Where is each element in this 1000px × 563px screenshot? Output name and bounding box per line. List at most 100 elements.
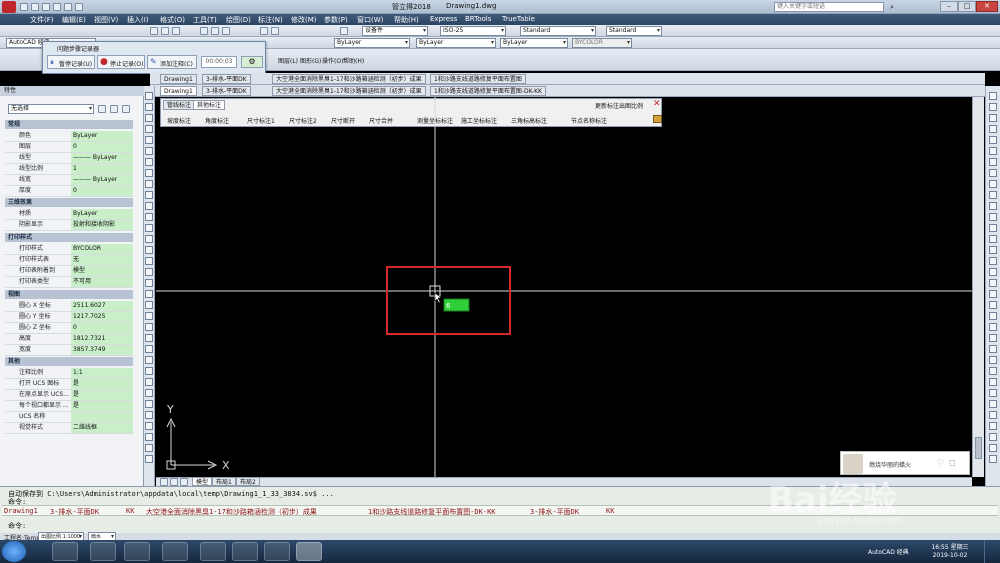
redo-icon[interactable] — [75, 3, 83, 11]
modify-tool-icon[interactable] — [989, 114, 997, 122]
modify-tool-icon[interactable] — [989, 367, 997, 375]
property-row[interactable]: 在原点显示 UCS... 是 — [5, 390, 133, 401]
modify-tool-icon[interactable] — [989, 125, 997, 133]
modify-tool-icon[interactable] — [989, 400, 997, 408]
property-value[interactable]: 二维线框 — [71, 423, 133, 433]
modify-tool-icon[interactable] — [989, 378, 997, 386]
modify-tool-icon[interactable] — [989, 235, 997, 243]
property-row[interactable]: 阴影显示 投射和接收阴影 — [5, 220, 133, 231]
clock-time[interactable]: 16:55 星期三 — [920, 542, 980, 551]
modify-tool-icon[interactable] — [989, 180, 997, 188]
modify-tool-icon[interactable] — [989, 345, 997, 353]
draw-tool-icon[interactable] — [145, 202, 153, 210]
property-value[interactable]: 0 — [71, 186, 133, 196]
help-icon[interactable] — [340, 27, 348, 35]
draw-tool-icon[interactable] — [145, 301, 153, 309]
property-row[interactable]: UCS 名称 — [5, 412, 133, 423]
modify-tool-icon[interactable] — [989, 444, 997, 452]
modify-tool-icon[interactable] — [989, 213, 997, 221]
undo-icon[interactable] — [64, 3, 72, 11]
draw-tool-icon[interactable] — [145, 345, 153, 353]
draw-tool-icon[interactable] — [145, 257, 153, 265]
command-prompt[interactable]: 命令: — [8, 521, 26, 531]
modify-tool-icon[interactable] — [989, 103, 997, 111]
lineweight-dropdown[interactable]: ByLayer — [500, 38, 568, 48]
property-value[interactable]: 投射和接收阴影 — [71, 220, 133, 230]
property-row[interactable]: 图层 0 — [5, 142, 133, 153]
modify-tool-icon[interactable] — [989, 301, 997, 309]
taskbar-app-icon[interactable] — [200, 542, 226, 561]
taskbar-app-icon[interactable] — [232, 542, 258, 561]
bottom-doc-tab[interactable]: KK — [606, 507, 614, 515]
modify-tool-icon[interactable] — [989, 257, 997, 265]
property-value[interactable]: 不可用 — [71, 277, 133, 287]
property-row[interactable]: 视觉样式 二维线框 — [5, 423, 133, 434]
doc-tab[interactable]: Drawing1 — [160, 74, 197, 84]
modify-tool-icon[interactable] — [989, 169, 997, 177]
menu-modify[interactable]: 修改(M) — [291, 15, 317, 25]
modify-tool-icon[interactable] — [989, 191, 997, 199]
property-row[interactable]: 宽度 3857.3749 — [5, 345, 133, 356]
property-row[interactable]: 高度 1812.7321 — [5, 334, 133, 345]
doc-tab[interactable]: 1和沙路支线道路修复平面布置图 — [430, 74, 526, 84]
draw-tool-icon[interactable] — [145, 334, 153, 342]
drawing-canvas[interactable]: 管线标注 其他标注 更新标注出图比例 ✕ 坡度标注 角度标注 尺寸标注1 尺寸标注2 尺… — [156, 97, 972, 477]
modify-tool-icon[interactable] — [989, 334, 997, 342]
menu-insert[interactable]: 插入(I) — [127, 15, 149, 25]
property-value[interactable]: 是 — [71, 401, 133, 411]
taskbar-app-icon[interactable] — [124, 542, 150, 561]
property-value[interactable]: 1 — [71, 164, 133, 174]
tab-layout1[interactable]: 布局1 — [212, 477, 236, 486]
taskbar-app-icon[interactable] — [264, 542, 290, 561]
property-value[interactable]: ——— ByLayer — [71, 153, 133, 163]
bottom-doc-tab[interactable]: 1和沙路支线道路修复平面布置图-DK-KK — [368, 507, 496, 515]
doc-tab[interactable]: 3-排水-平面DK — [202, 74, 251, 84]
modify-tool-icon[interactable] — [989, 147, 997, 155]
modify-tool-icon[interactable] — [989, 323, 997, 331]
doc-tab[interactable]: 1和沙路支线道路修复平面布置图-DK-KK — [430, 86, 546, 96]
property-row[interactable]: 打印样式 BYCOLOR — [5, 244, 133, 255]
property-row[interactable]: 颜色 ByLayer — [5, 131, 133, 142]
draw-tool-icon[interactable] — [145, 455, 153, 463]
tab-model[interactable]: 模型 — [192, 477, 213, 486]
draw-tool-icon[interactable] — [145, 411, 153, 419]
taskbar-app-icon[interactable] — [162, 542, 188, 561]
property-row[interactable]: 线型比例 1 — [5, 164, 133, 175]
property-row[interactable]: 材质 ByLayer — [5, 209, 133, 220]
doc-tab[interactable]: 大空港全面消除黑臭1-17和沙路箱涵检测（初步）成果 — [272, 74, 426, 84]
dim-style-dropdown[interactable]: 设备件 — [362, 26, 428, 36]
property-value[interactable] — [71, 412, 133, 422]
property-value[interactable]: BYCOLOR — [71, 244, 133, 254]
property-row[interactable]: 注释比例 1:1 — [5, 368, 133, 379]
property-row[interactable]: 打印表附着到 模型 — [5, 266, 133, 277]
menu-format[interactable]: 格式(O) — [160, 15, 185, 25]
zoom-window-icon[interactable] — [222, 27, 230, 35]
modify-tool-icon[interactable] — [989, 136, 997, 144]
menu-express[interactable]: Express — [430, 15, 457, 23]
taskbar-app-icon[interactable] — [90, 542, 116, 561]
property-value[interactable]: 3857.3749 — [71, 345, 133, 355]
draw-tool-icon[interactable] — [145, 235, 153, 243]
menu-tools[interactable]: 工具(T) — [193, 15, 217, 25]
draw-tool-icon[interactable] — [145, 400, 153, 408]
start-button[interactable] — [2, 541, 26, 562]
draw-tool-icon[interactable] — [145, 367, 153, 375]
menu-window[interactable]: 窗口(W) — [357, 15, 383, 25]
menu-dimension[interactable]: 标注(N) — [258, 15, 283, 25]
modify-tool-icon[interactable] — [989, 389, 997, 397]
selection-dropdown[interactable]: 无选择 — [8, 104, 94, 114]
draw-tool-icon[interactable] — [145, 180, 153, 188]
next-tab-icon[interactable] — [180, 478, 188, 486]
modify-tool-icon[interactable] — [989, 356, 997, 364]
draw-tool-icon[interactable] — [145, 389, 153, 397]
paste-icon[interactable] — [172, 27, 180, 35]
autocad-logo-icon[interactable] — [2, 1, 16, 13]
bottom-doc-tab[interactable]: 大空港全面消除黑臭1-17和沙路箱涵检测（初步）成果 — [146, 507, 317, 515]
property-row[interactable]: 每个视口都显示 ... 是 — [5, 401, 133, 412]
modify-tool-icon[interactable] — [989, 312, 997, 320]
draw-tool-icon[interactable] — [145, 125, 153, 133]
menu-view[interactable]: 视图(V) — [94, 15, 118, 25]
like-icon[interactable]: ♡ — [937, 458, 944, 467]
menu-layer[interactable]: 图层(L) — [278, 56, 298, 65]
doc-tab[interactable]: 大空港全面消除黑臭1-17和沙路箱涵检测（初步）成果 — [272, 86, 426, 96]
